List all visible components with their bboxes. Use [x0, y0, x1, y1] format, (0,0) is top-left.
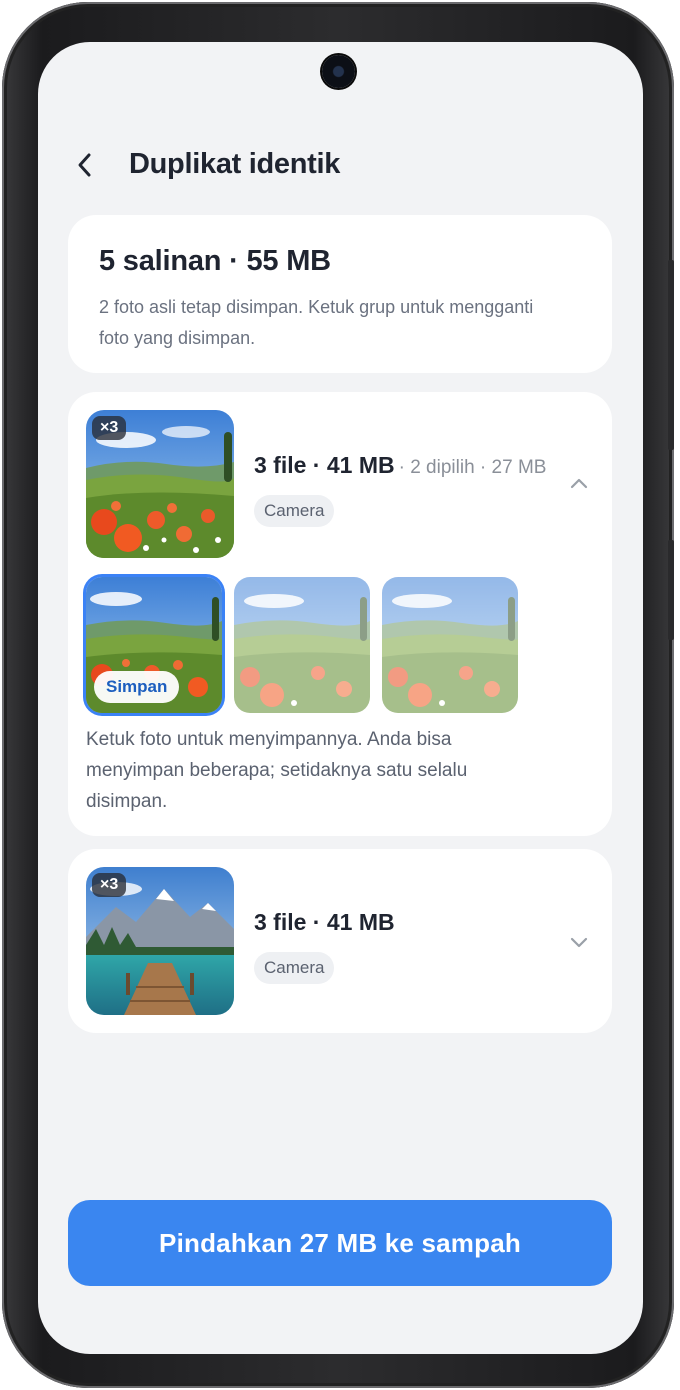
photo-option-kept[interactable]: Simpan: [86, 577, 222, 713]
back-arrow-icon: [78, 153, 91, 177]
group-title: 3 file · 41 MB: [254, 909, 395, 935]
chevron-up-icon[interactable]: [568, 472, 590, 494]
power-button: [668, 540, 674, 640]
keep-badge: Simpan: [94, 671, 180, 703]
meadow-photo: [234, 577, 370, 713]
move-to-trash-button[interactable]: Pindahkan 27 MB ke sampah: [68, 1200, 612, 1286]
photo-option[interactable]: [382, 577, 518, 713]
group-selection-meta: · 2 dipilih · 27 MB: [398, 457, 547, 478]
copy-count-badge: ×3: [92, 873, 127, 897]
copy-count-badge: ×3: [92, 416, 127, 440]
photo-option[interactable]: [234, 577, 370, 713]
duplicate-group[interactable]: ×3 3 file · 41 MB Camera: [68, 849, 612, 1033]
top-bar: Duplikat identik: [38, 142, 643, 190]
summary-description: 2 foto asli tetap disimpan. Ketuk grup u…: [99, 297, 534, 348]
phone-frame: Duplikat identik 5 salinan · 55 MB 2 fot…: [2, 2, 674, 1388]
summary-title: 5 salinan · 55 MB: [99, 245, 331, 277]
page-title: Duplikat identik: [129, 148, 341, 180]
group-thumbnail: ×3: [86, 867, 234, 1015]
group-info: 3 file · 41 MB Camera: [254, 909, 395, 984]
source-chip: Camera: [254, 952, 335, 984]
group-info: 3 file · 41 MB · 2 dipilih · 27 MB Camera: [254, 452, 546, 527]
keep-hint-text: Ketuk foto untuk menyimpannya. Anda bisa…: [86, 729, 468, 812]
source-chip: Camera: [254, 495, 335, 527]
group-thumbnail: ×3: [86, 410, 234, 558]
meadow-photo: [382, 577, 518, 713]
back-button[interactable]: [68, 148, 102, 182]
summary-card: 5 salinan · 55 MB 2 foto asli tetap disi…: [68, 215, 612, 373]
duplicate-group[interactable]: ×3 3 file · 41 MB · 2 dipilih · 27 MB Cam…: [68, 392, 612, 836]
volume-button: [668, 260, 674, 450]
chevron-down-icon[interactable]: [568, 931, 590, 953]
group-title: 3 file · 41 MB: [254, 452, 395, 478]
front-camera: [322, 55, 355, 88]
screen: Duplikat identik 5 salinan · 55 MB 2 fot…: [38, 42, 643, 1354]
